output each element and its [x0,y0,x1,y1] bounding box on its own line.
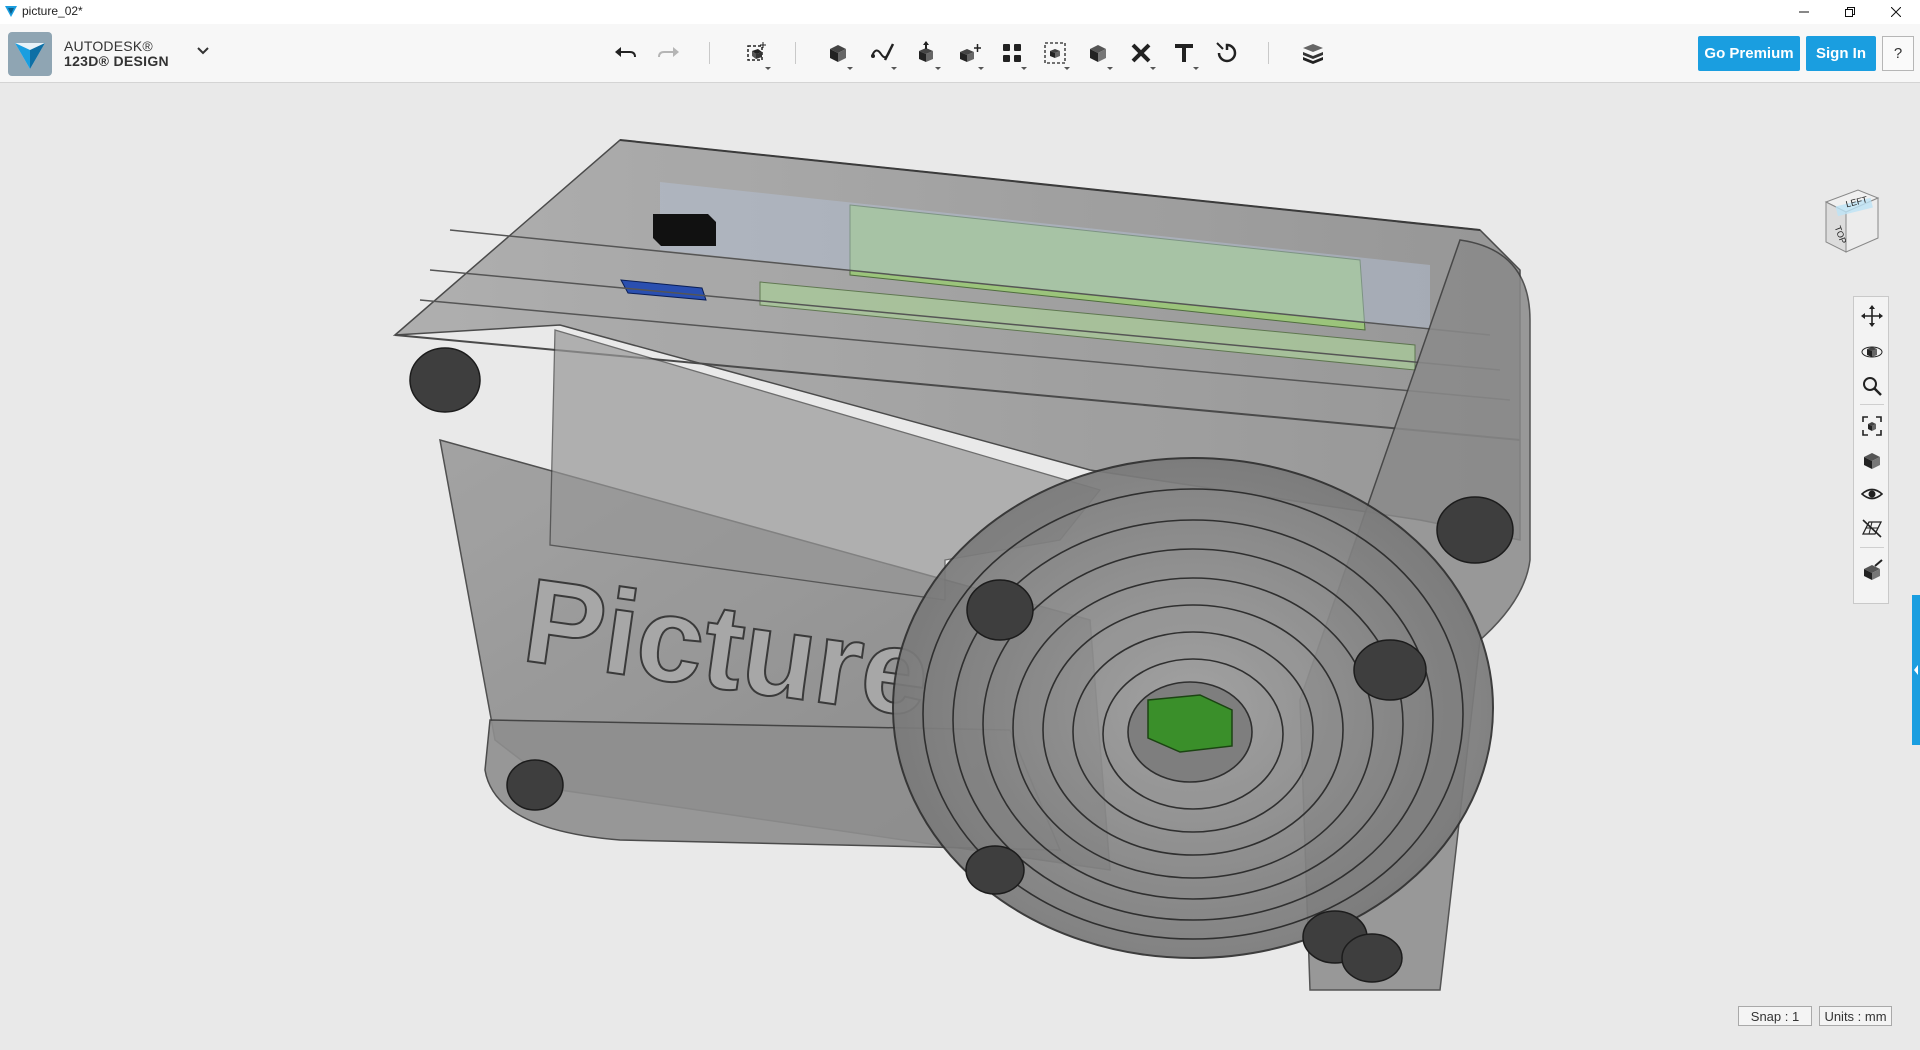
combine-tool[interactable] [1081,36,1115,70]
grid-icon [1861,519,1883,538]
material-view-button[interactable] [1859,557,1885,583]
delete-icon [1131,43,1151,63]
material-view-icon [1864,559,1883,580]
group-icon [1044,42,1066,64]
delete-tool[interactable] [1124,36,1158,70]
fit-button[interactable] [1859,413,1885,439]
text-tool[interactable] [1167,36,1201,70]
zoom-button[interactable] [1859,373,1885,399]
title-bar: picture_02* [0,0,1920,24]
combine-icon [1090,45,1106,62]
minimize-icon [1799,11,1809,13]
orbit-button[interactable] [1859,338,1885,364]
construct-icon [919,41,933,62]
navigation-bar [1853,296,1889,604]
views-icon [1864,453,1880,469]
visibility-button[interactable] [1859,481,1885,507]
construct-tool[interactable] [909,36,943,70]
modify-tool[interactable] [952,36,986,70]
orbit-icon [1861,346,1883,358]
restore-button[interactable] [1827,0,1873,24]
views-button[interactable] [1859,447,1885,473]
redo-icon [658,47,679,58]
toolbar-separator [1268,42,1269,64]
redo-button[interactable] [651,36,685,70]
main-toolbar: AUTODESK® 123D® DESIGN Go Premium Sign I… [0,24,1920,83]
pattern-tool[interactable] [995,36,1029,70]
toolbar-separator [709,42,710,64]
chevron-left-icon [1914,665,1918,675]
primitives-tool[interactable] [821,36,855,70]
text-icon [1175,44,1193,62]
black-chip [653,214,716,246]
transform-icon [747,42,766,61]
brand-logo-icon [15,43,45,69]
material-tool[interactable] [1296,36,1330,70]
fit-icon [1862,416,1882,436]
pattern-icon [1003,44,1021,62]
grid-toggle-button[interactable] [1859,515,1885,541]
snap-icon [1216,42,1237,63]
material-icon [1303,44,1323,64]
view-cube[interactable]: LEFT TOP [1822,176,1882,260]
3d-viewport[interactable]: Picture LEFT TOP [0,83,1920,1050]
lens-sensor [1147,694,1233,753]
brand-logo[interactable] [8,32,52,76]
brand-company: AUTODESK® [64,38,153,54]
toolbar-separator [795,42,796,64]
chevron-down-icon[interactable] [196,46,210,56]
go-premium-button[interactable]: Go Premium [1698,36,1800,71]
group-tool[interactable] [1038,36,1072,70]
close-icon [1891,7,1901,17]
side-panel-tab[interactable] [1912,595,1920,745]
sign-in-button[interactable]: Sign In [1806,36,1876,71]
units-status[interactable]: Units : mm [1819,1006,1892,1026]
primitives-icon [830,45,846,62]
brand-product: 123D® DESIGN [64,53,169,69]
snap-tool[interactable] [1210,36,1244,70]
app-logo-icon [5,6,17,17]
pan-button[interactable] [1859,303,1885,329]
window-title: picture_02* [22,4,83,18]
snap-status[interactable]: Snap : 1 [1738,1006,1812,1026]
modify-icon [960,44,981,62]
sketch-tool[interactable] [865,36,899,70]
eye-icon [1861,488,1883,500]
undo-icon [615,47,636,58]
zoom-icon [1863,377,1882,396]
transform-tool[interactable] [739,36,773,70]
close-button[interactable] [1873,0,1919,24]
pan-icon [1861,305,1883,327]
restore-icon [1845,7,1855,17]
camera-model[interactable]: Picture [0,83,1920,1050]
minimize-button[interactable] [1781,0,1827,24]
undo-button[interactable] [609,36,643,70]
help-button[interactable]: ? [1882,36,1914,71]
sketch-icon [871,43,895,61]
